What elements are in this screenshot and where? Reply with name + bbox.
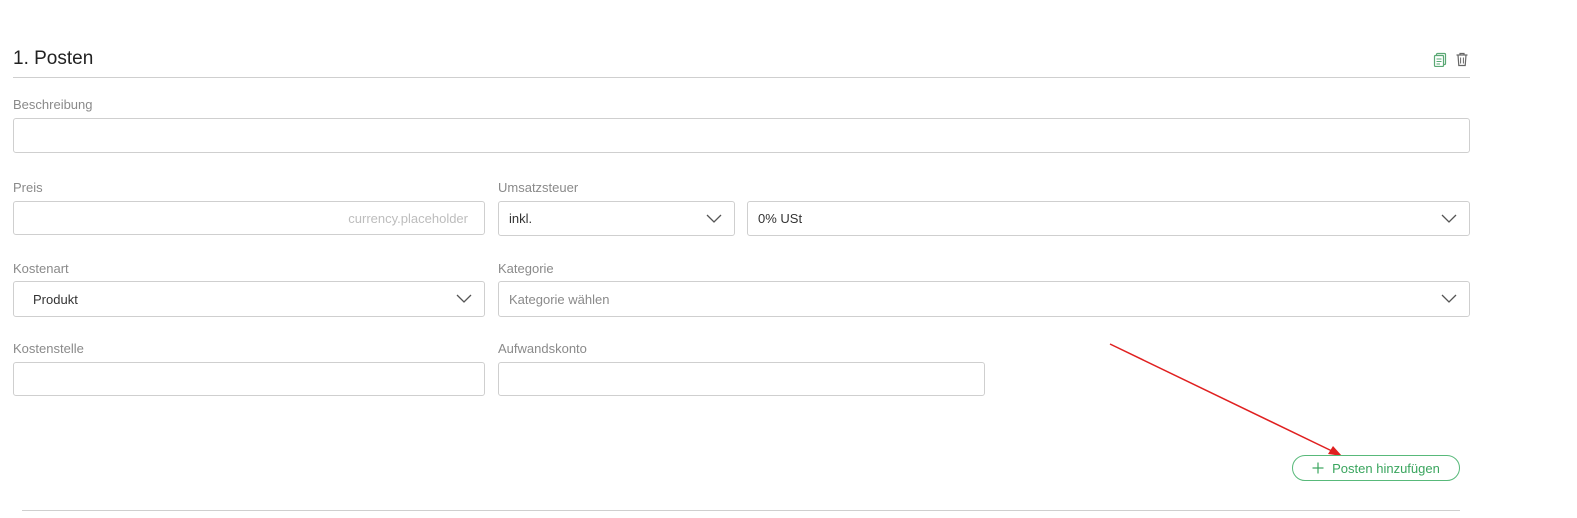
chevron-down-icon [706, 214, 722, 223]
kostenart-select[interactable]: Produkt [13, 281, 485, 317]
bottom-divider [22, 510, 1460, 511]
kategorie-label: Kategorie [498, 261, 554, 276]
umsatzsteuer-mode-value: inkl. [509, 211, 533, 226]
section-actions [1432, 51, 1470, 67]
plus-icon [1312, 462, 1324, 474]
kostenstelle-label: Kostenstelle [13, 341, 84, 356]
aufwandskonto-input[interactable] [498, 362, 985, 396]
umsatzsteuer-label: Umsatzsteuer [498, 180, 579, 195]
posten-form: 1. Posten Beschreibung Preis currency.pl… [0, 0, 1577, 518]
add-posten-label: Posten hinzufügen [1332, 460, 1440, 476]
section-title: 1. Posten [13, 48, 94, 69]
beschreibung-input[interactable] [13, 118, 1470, 153]
chevron-down-icon [1441, 214, 1457, 223]
umsatzsteuer-rate-value: 0% USt [758, 211, 803, 226]
kategorie-select[interactable]: Kategorie wählen [498, 281, 1470, 317]
add-posten-button[interactable]: Posten hinzufügen [1292, 455, 1460, 481]
beschreibung-label: Beschreibung [13, 97, 93, 112]
kostenart-label: Kostenart [13, 261, 69, 276]
preis-input[interactable]: currency.placeholder [13, 201, 485, 235]
preis-label: Preis [13, 180, 43, 195]
preis-placeholder: currency.placeholder [348, 210, 468, 226]
chevron-down-icon [456, 294, 472, 303]
trash-icon[interactable] [1454, 51, 1470, 67]
title-divider [13, 77, 1470, 78]
kategorie-placeholder: Kategorie wählen [509, 291, 610, 307]
aufwandskonto-label: Aufwandskonto [498, 341, 587, 356]
kostenstelle-input[interactable] [13, 362, 485, 396]
umsatzsteuer-rate-select[interactable]: 0% USt [747, 201, 1470, 236]
copy-icon[interactable] [1432, 51, 1448, 67]
kostenart-value: Produkt [33, 291, 78, 307]
umsatzsteuer-mode-select[interactable]: inkl. [498, 201, 735, 236]
chevron-down-icon [1441, 294, 1457, 303]
